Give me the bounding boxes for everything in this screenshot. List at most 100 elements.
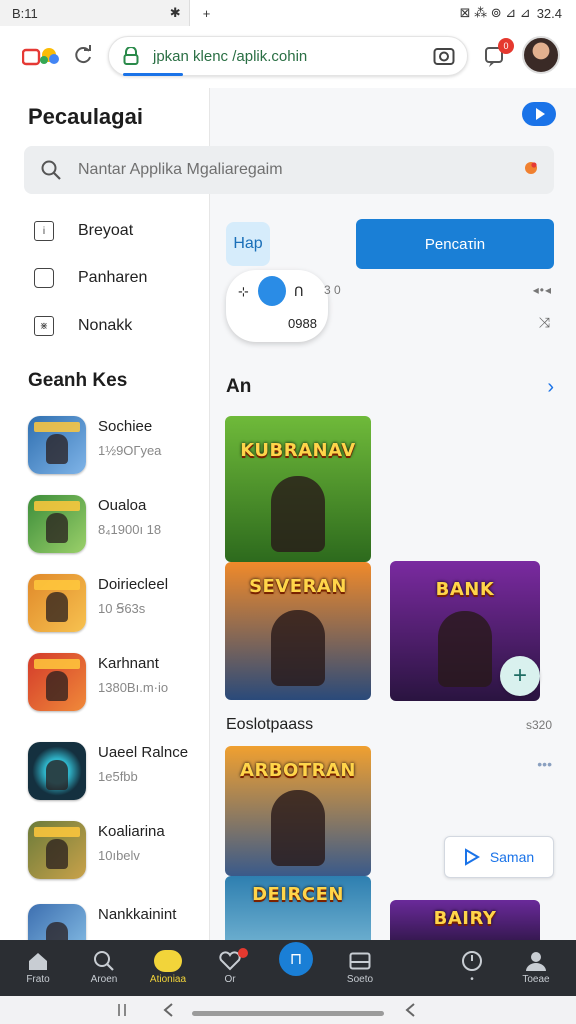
game-subtitle: 10 Ꞩ63s: [98, 601, 146, 616]
active-icon: [154, 950, 182, 972]
card-hero: [271, 476, 325, 552]
primary-button[interactable]: Pencaτin: [356, 219, 554, 269]
games-section-title: Geanh Kes: [28, 370, 128, 391]
pill-left-icon: ⊹: [238, 284, 249, 299]
game-thumbnail: [28, 495, 86, 553]
sidebar-item-label: Breyoat: [78, 222, 134, 239]
list-item[interactable]: Nankkainint: [28, 904, 176, 940]
game-thumbnail: [28, 416, 86, 474]
game-title: Oualoa: [98, 497, 147, 514]
avatar[interactable]: [522, 36, 560, 74]
section-title: Eoslotpaass: [226, 716, 314, 733]
counter-label: 3 0: [324, 283, 341, 297]
game-title: Uaeel Ralnce: [98, 744, 189, 761]
game-thumbnail: [28, 653, 86, 711]
game-thumbnail: [28, 574, 86, 632]
voice-icon[interactable]: [522, 160, 540, 178]
card-title: DEIRCEN: [252, 884, 344, 905]
address-bar[interactable]: jpkan klenc /aplik.cohin: [108, 36, 468, 76]
bottom-nav: Frato Aroen Ationiaa Or ⊓ Soeto • Toeae: [0, 940, 576, 996]
list-item[interactable]: Karhnant 1380Bı.m·io: [28, 653, 168, 711]
game-card[interactable]: ARBOTRAN: [225, 746, 371, 876]
search-placeholder: Nantar Applika Mgaliaregaim: [78, 161, 283, 178]
nav-item-active[interactable]: Ationiaa: [138, 948, 198, 985]
status-icons: ⊠ ⁂ ⊚ ⊿ ⊿: [459, 5, 531, 20]
add-button[interactable]: +: [500, 656, 540, 696]
list-item[interactable]: Sochiee 1½9ОГyea: [28, 416, 161, 474]
nav-label: Soeto: [346, 974, 374, 985]
reaction-pill[interactable]: ⊹ ᑎ 0988: [226, 270, 328, 342]
section-meta: s320: [525, 718, 552, 732]
browser-logo-icon[interactable]: [22, 44, 66, 68]
game-card[interactable]: DEIRCEN: [225, 876, 371, 940]
card-title: BAIRY: [433, 908, 497, 929]
tab-pin-icon: ✱: [169, 5, 181, 20]
home-indicator[interactable]: [192, 1011, 384, 1016]
sidebar-title: Pecaulagai: [28, 104, 143, 129]
pill-count: 0988: [288, 316, 317, 331]
game-thumbnail: [28, 821, 86, 879]
chevron-right-icon[interactable]: ›: [547, 376, 554, 399]
battery-level: 32.4: [536, 5, 562, 21]
list-item[interactable]: Oualoa 8₄1900ı 18: [28, 495, 161, 553]
search-input[interactable]: Nantar Applika Mgaliaregaim: [24, 146, 554, 194]
card-title: BANK: [435, 579, 495, 600]
card-hero: [438, 611, 492, 687]
section-title: An: [226, 376, 252, 397]
nav-item-center[interactable]: ⊓: [266, 942, 326, 976]
back-icon[interactable]: [162, 1002, 174, 1018]
nav-item-home[interactable]: Frato: [8, 948, 68, 985]
nav-label: Aroen: [90, 974, 118, 985]
nav-label: Ationiaa: [149, 974, 187, 985]
share-icon[interactable]: ⤨: [539, 314, 550, 331]
nav-label: Frato: [26, 974, 50, 985]
card-hero: [271, 790, 325, 866]
overflow-menu-icon[interactable]: •••: [537, 756, 552, 772]
browser-toolbar: jpkan klenc /aplik.cohin 0: [0, 26, 576, 88]
save-label: Saman: [489, 849, 535, 865]
game-title: Doiriecleel: [98, 576, 169, 593]
game-card[interactable]: KUBRANAV: [225, 416, 371, 562]
game-subtitle: 8₄1900ı 18: [98, 522, 162, 537]
game-title: Nankkainint: [98, 906, 177, 923]
sidebar-item-panharen[interactable]: Panharen: [34, 265, 147, 291]
game-subtitle: 1e5fbb: [98, 769, 138, 784]
folder-icon: [34, 268, 54, 288]
game-title: Koaliarina: [98, 823, 165, 840]
recents-icon[interactable]: [116, 1002, 128, 1018]
list-item[interactable]: Doiriecleel 10 Ꞩ63s: [28, 574, 168, 632]
lens-icon[interactable]: [433, 46, 455, 66]
nav-item-mail[interactable]: Soeto: [330, 948, 390, 985]
search-icon: [94, 951, 114, 971]
search-icon: [41, 160, 61, 180]
game-thumbnail: [28, 904, 86, 940]
game-thumbnail: [28, 742, 86, 800]
mail-icon: [349, 952, 371, 970]
secure-icon: [123, 47, 139, 65]
status-bar: B:11 ✱ + ⊠ ⁂ ⊚ ⊿ ⊿ 32.4: [0, 0, 576, 26]
game-card[interactable]: BAIRY: [390, 900, 540, 940]
save-button[interactable]: Saman: [444, 836, 554, 878]
back-icon[interactable]: [404, 1002, 416, 1018]
sidebar-item-breyoat[interactable]: i Breyoat: [34, 218, 133, 244]
card-hero: [271, 610, 325, 686]
grid-icon: ⋇: [34, 316, 54, 336]
card-title: KUBRANAV: [240, 440, 356, 461]
more-icon[interactable]: ◂•◂: [533, 283, 552, 297]
nav-item-favorites[interactable]: Or: [200, 948, 260, 985]
play-button[interactable]: [522, 102, 556, 126]
list-item[interactable]: Koaliarina 10ıbelv: [28, 821, 165, 879]
nav-item-profile[interactable]: Toeae: [506, 948, 566, 985]
game-card[interactable]: SEVERAN: [225, 562, 371, 700]
list-item[interactable]: Uaeel Ralnce 1e5fbb: [28, 742, 188, 800]
game-subtitle: 1380Bı.m·io: [98, 680, 169, 695]
reload-icon[interactable]: [72, 44, 94, 66]
nav-item-search[interactable]: Aroen: [74, 948, 134, 985]
new-tab-button[interactable]: +: [203, 6, 211, 21]
nav-item-history[interactable]: •: [442, 948, 502, 985]
sidebar-item-nonakk[interactable]: ⋇ Nonakk: [34, 313, 132, 339]
filter-chip[interactable]: Hap: [226, 222, 270, 266]
game-title: Karhnant: [98, 655, 159, 672]
pill-right-icon: ᑎ: [294, 284, 304, 299]
url-progress: [123, 73, 183, 76]
